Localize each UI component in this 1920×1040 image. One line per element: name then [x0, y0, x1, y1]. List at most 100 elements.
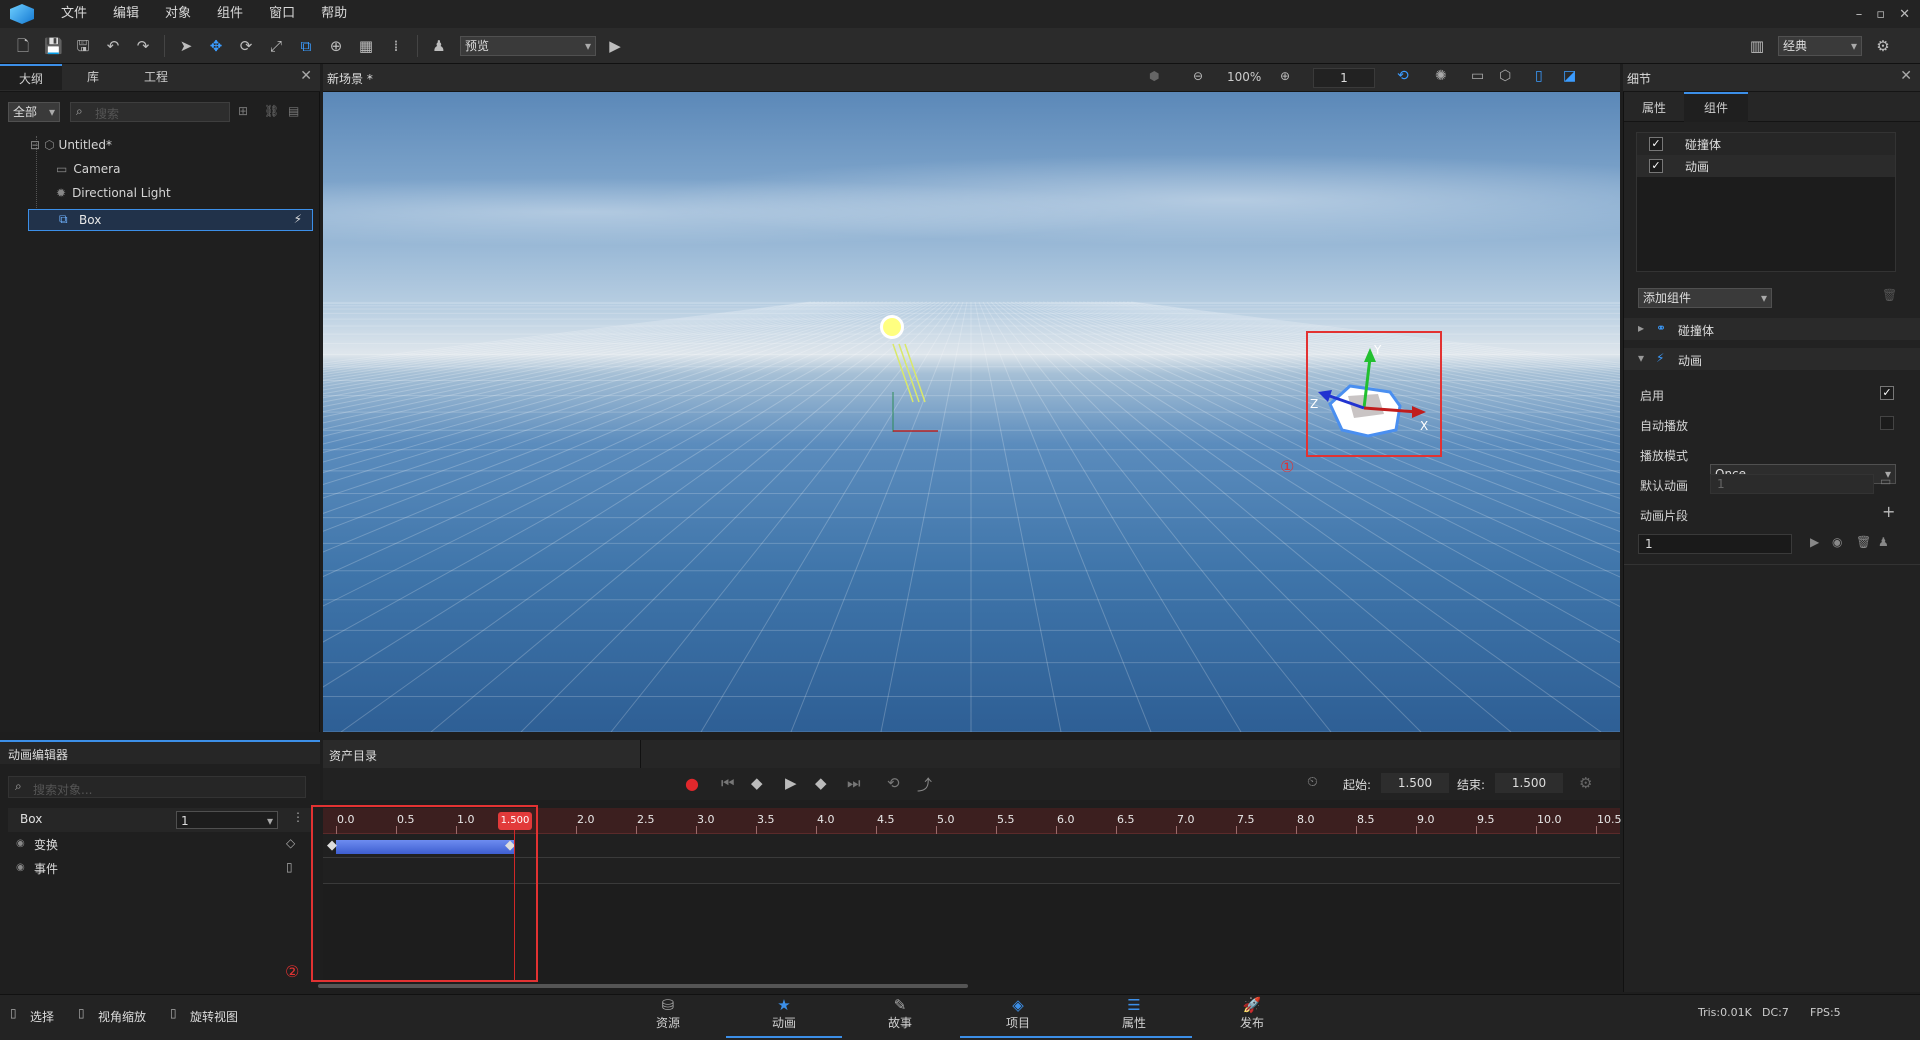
zoom-out-icon[interactable]: ⊖: [1193, 69, 1203, 83]
bottom-tab-assets[interactable]: ⛁ 资源: [610, 994, 726, 1038]
section-collider[interactable]: ▸ ⚭ 碰撞体: [1624, 318, 1920, 340]
play-anim-icon[interactable]: ▶: [785, 774, 797, 792]
filter-icon[interactable]: ▤: [288, 104, 299, 118]
preview-select[interactable]: 预览: [460, 35, 596, 56]
scene-viewport[interactable]: ① Y X Z: [323, 92, 1620, 732]
stats-icon[interactable]: ◪: [1563, 68, 1576, 84]
undo-icon[interactable]: ↶: [104, 37, 122, 55]
tab-outline[interactable]: 大纲: [0, 64, 62, 90]
last-frame-icon[interactable]: ⏭: [847, 774, 861, 792]
close-panel-icon[interactable]: ✕: [300, 68, 312, 84]
redo-icon[interactable]: ↷: [134, 37, 152, 55]
trash-icon[interactable]: 🗑: [1856, 535, 1871, 549]
minimize-button[interactable]: –: [1856, 7, 1863, 22]
tree-item-light[interactable]: ✹ Directional Light: [56, 182, 171, 204]
sun-light-icon[interactable]: [880, 315, 904, 339]
rotate-tool-icon[interactable]: ⟳: [237, 37, 255, 55]
autoplay-checkbox[interactable]: [1880, 416, 1894, 430]
delete-component-icon[interactable]: 🗑: [1882, 288, 1897, 302]
bottom-tab-properties[interactable]: ☰ 属性: [1076, 994, 1192, 1038]
tab-library[interactable]: 库: [62, 64, 124, 90]
save-icon[interactable]: 💾: [44, 37, 63, 55]
tool-zoom[interactable]: 视角缩放: [98, 1008, 146, 1025]
close-details-icon[interactable]: ✕: [1900, 68, 1912, 84]
animation-checkbox[interactable]: ✓: [1649, 159, 1663, 173]
tab-project[interactable]: 工程: [124, 64, 188, 90]
eye-icon[interactable]: ◉: [1832, 535, 1842, 549]
layout-select[interactable]: 经典: [1778, 35, 1862, 56]
end-input[interactable]: 1.500: [1495, 773, 1563, 793]
menu-object[interactable]: 对象: [152, 0, 204, 28]
box-transform-gizmo[interactable]: Y X Z: [1308, 334, 1438, 454]
tree-item-camera[interactable]: ▭ Camera: [56, 158, 120, 180]
maximize-button[interactable]: ▫: [1876, 7, 1885, 22]
close-window-button[interactable]: ✕: [1899, 7, 1910, 22]
camera-view-icon[interactable]: ▭: [1471, 68, 1484, 84]
camera-mode-icon[interactable]: ⟲: [1397, 68, 1409, 84]
menu-file[interactable]: 文件: [48, 0, 100, 28]
menu-component[interactable]: 组件: [204, 0, 256, 28]
prev-key-icon[interactable]: ◆: [751, 774, 763, 792]
menu-edit[interactable]: 编辑: [100, 0, 152, 28]
first-frame-icon[interactable]: ⏮: [721, 774, 735, 792]
component-collider[interactable]: 碰撞体: [1685, 136, 1721, 153]
tool-rotate[interactable]: 旋转视图: [190, 1008, 238, 1025]
shading-icon[interactable]: ⬢: [1149, 69, 1159, 83]
collider-checkbox[interactable]: ✓: [1649, 137, 1663, 151]
snap-icon[interactable]: ⁞: [387, 37, 405, 55]
move-tool-icon[interactable]: ✥: [207, 37, 225, 55]
new-file-icon[interactable]: 🗋: [14, 37, 32, 55]
select-tool-icon[interactable]: ➤: [177, 37, 195, 55]
folder-icon[interactable]: ▭: [1880, 474, 1891, 488]
tab-properties[interactable]: 属性: [1632, 94, 1676, 122]
loop-icon[interactable]: ⟲: [887, 774, 900, 792]
save-all-icon[interactable]: 🖫: [74, 37, 92, 55]
track-transform[interactable]: 变换: [34, 836, 58, 853]
add-clip-icon[interactable]: +: [1882, 502, 1895, 521]
gizmo-icon[interactable]: ✺: [1435, 68, 1447, 84]
lock-icon[interactable]: ▯: [1535, 68, 1543, 84]
bottom-tab-project[interactable]: ◈ 项目: [960, 994, 1076, 1038]
curve-icon[interactable]: ⤴: [917, 774, 932, 795]
object-search[interactable]: ⌕ 搜索对象...: [8, 776, 306, 798]
play-clip-icon[interactable]: ▶: [1810, 535, 1819, 549]
record-button[interactable]: ●: [685, 774, 699, 793]
collapse-icon[interactable]: ⊞: [238, 104, 248, 118]
next-key-icon[interactable]: ◆: [815, 774, 827, 792]
bottom-tab-publish[interactable]: 🚀 发布: [1194, 994, 1310, 1038]
track-event[interactable]: 事件: [34, 860, 58, 877]
frame-input[interactable]: 1: [1313, 68, 1375, 88]
enable-checkbox[interactable]: ✓: [1880, 386, 1894, 400]
bottom-tab-story[interactable]: ✎ 故事: [842, 994, 958, 1038]
settings-icon[interactable]: ⚙: [1874, 37, 1892, 55]
timeline-scrollbar[interactable]: [318, 984, 968, 988]
menu-help[interactable]: 帮助: [308, 0, 360, 28]
tool-select[interactable]: 选择: [30, 1008, 54, 1025]
rect-tool-icon[interactable]: ⧉: [297, 37, 315, 55]
add-event-icon[interactable]: ▯: [286, 860, 293, 874]
scale-tool-icon[interactable]: ⤢: [267, 37, 285, 55]
bottom-tab-animation[interactable]: ★ 动画: [726, 994, 842, 1038]
speed-icon[interactable]: ⏲: [1307, 774, 1318, 790]
add-key-icon[interactable]: ◇: [286, 836, 295, 850]
user-icon[interactable]: ♟: [1878, 535, 1889, 549]
grid-icon[interactable]: ▦: [357, 37, 375, 55]
clip-select[interactable]: 1: [176, 811, 278, 830]
more-icon[interactable]: ⋮: [292, 810, 304, 824]
tab-components[interactable]: 组件: [1684, 92, 1748, 122]
start-input[interactable]: 1.500: [1381, 773, 1449, 793]
clip-name-input[interactable]: 1: [1638, 534, 1792, 554]
link-icon[interactable]: ⛓: [264, 104, 279, 118]
default-anim-field[interactable]: 1: [1710, 474, 1874, 494]
filter-select[interactable]: 全部: [8, 102, 60, 122]
eye-icon[interactable]: ◉: [16, 838, 25, 849]
play-icon[interactable]: ▶: [606, 37, 624, 55]
add-component-select[interactable]: 添加组件: [1638, 288, 1772, 308]
pivot-icon[interactable]: ⊕: [327, 37, 345, 55]
timeline-settings-icon[interactable]: ⚙: [1579, 774, 1592, 792]
menu-window[interactable]: 窗口: [256, 0, 308, 28]
zoom-in-icon[interactable]: ⊕: [1280, 69, 1290, 83]
cube-view-icon[interactable]: ⬡: [1499, 68, 1511, 84]
eye-icon[interactable]: ◉: [16, 862, 25, 873]
search-box[interactable]: ⌕ 搜索: [70, 102, 230, 122]
